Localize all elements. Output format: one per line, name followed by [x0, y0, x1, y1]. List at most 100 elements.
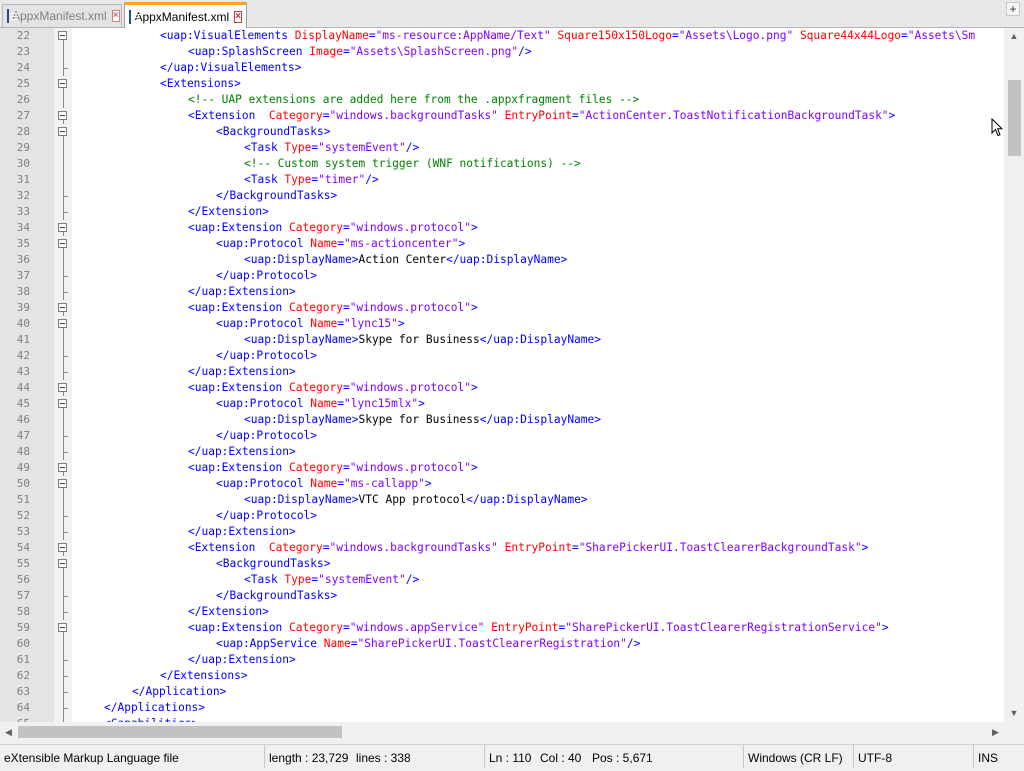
code-line[interactable]: <uap:Protocol Name="lync15mlx"> [216, 396, 425, 412]
code-token-tag: = [342, 221, 350, 234]
code-line[interactable]: <uap:DisplayName>Skype for Business</uap… [244, 332, 601, 348]
code-line[interactable]: <uap:SplashScreen Image="Assets\SplashSc… [188, 44, 532, 60]
tab-appxmanifest-inactive[interactable]: AppxManifest.xml × [2, 4, 122, 27]
code-line[interactable]: </uap:Extension> [188, 284, 296, 300]
status-lines: lines : 338 [356, 751, 411, 765]
code-line[interactable]: <!-- Custom system trigger (WNF notifica… [244, 156, 581, 172]
tab-list-button[interactable]: + [1006, 2, 1020, 16]
fold-collapse-icon[interactable] [58, 111, 67, 120]
code-line[interactable]: </uap:Extension> [188, 364, 296, 380]
code-line[interactable]: </uap:Extension> [188, 652, 296, 668]
fold-collapse-icon[interactable] [58, 383, 67, 392]
line-number: 59 [16, 621, 30, 634]
fold-collapse-icon[interactable] [58, 559, 67, 568]
code-line[interactable]: <Extension Category = "windows.backgroundT… [188, 540, 868, 556]
code-token-tag: /> [626, 637, 641, 650]
code-line[interactable]: <uap:Extension Category="windows.appServ… [188, 620, 889, 636]
status-encoding[interactable]: UTF-8 [853, 745, 973, 768]
status-insert-mode[interactable]: INS [973, 745, 1024, 768]
code-token-val: "systemEvent" [318, 573, 406, 586]
line-number: 53 [16, 525, 30, 538]
scroll-up-arrow-icon[interactable]: ▲ [1004, 28, 1024, 45]
status-eol-format[interactable]: Windows (CR LF) [743, 745, 853, 768]
status-column: Col : 40 [540, 751, 582, 765]
fold-collapse-icon[interactable] [58, 127, 67, 136]
code-line[interactable]: </uap:Protocol> [216, 508, 317, 524]
code-line[interactable]: <Extension Category = "windows.backgroundT… [188, 108, 895, 124]
fold-collapse-icon[interactable] [58, 319, 67, 328]
code-line[interactable]: <uap:Protocol Name="ms-actioncenter"> [216, 236, 465, 252]
code-line[interactable]: <uap:DisplayName>Skype for Business</uap… [244, 412, 601, 428]
fold-end-marker [63, 212, 68, 213]
code-line[interactable]: </Extensions> [160, 668, 248, 684]
code-line[interactable]: </BackgroundTasks> [216, 588, 337, 604]
code-line[interactable]: </uap:Protocol> [216, 428, 317, 444]
fold-collapse-icon[interactable] [58, 303, 67, 312]
code-line[interactable]: <uap:Extension Category="windows.protoco… [188, 460, 478, 476]
code-line[interactable]: <uap:Extension Category="windows.protoco… [188, 380, 478, 396]
fold-collapse-icon[interactable] [58, 463, 67, 472]
code-token-tag: <uap:DisplayName> [244, 413, 359, 426]
code-line[interactable]: <BackgroundTasks> [216, 124, 331, 140]
code-token-tag: = [342, 301, 350, 314]
line-number: 30 [16, 157, 30, 170]
scroll-down-arrow-icon[interactable]: ▼ [1004, 705, 1024, 722]
fold-collapse-icon[interactable] [58, 399, 67, 408]
code-line[interactable]: </BackgroundTasks> [216, 188, 337, 204]
code-token-tag: </uap:VisualElements> [160, 61, 302, 74]
code-line[interactable]: <uap:Protocol Name="ms-callapp"> [216, 476, 432, 492]
close-icon[interactable]: × [111, 10, 120, 22]
line-number: 57 [16, 589, 30, 602]
code-line[interactable]: </uap:Protocol> [216, 348, 317, 364]
vertical-scrollbar[interactable]: ▲ ▼ [1004, 28, 1024, 722]
code-line[interactable]: </uap:VisualElements> [160, 60, 301, 76]
close-icon[interactable]: × [234, 10, 242, 23]
line-number: 38 [16, 285, 30, 298]
code-line[interactable]: <uap:Protocol Name="lync15"> [216, 316, 405, 332]
code-line[interactable]: <!-- UAP extensions are added here from … [188, 92, 639, 108]
code-line[interactable]: <BackgroundTasks> [216, 556, 331, 572]
fold-collapse-icon[interactable] [58, 479, 67, 488]
fold-guide-line [63, 92, 64, 108]
code-line[interactable]: <Task Type="systemEvent"/> [244, 572, 419, 588]
code-token-tag: = [368, 29, 376, 42]
fold-collapse-icon[interactable] [58, 31, 67, 40]
code-line[interactable]: </uap:Extension> [188, 524, 296, 540]
code-token-tag: /> [405, 573, 420, 586]
code-line[interactable]: <Task Type="systemEvent"/> [244, 140, 419, 156]
code-line[interactable]: <Extensions> [160, 76, 241, 92]
code-line[interactable]: <uap:DisplayName>VTC App protocol</uap:D… [244, 492, 588, 508]
code-token-tag: <uap:Extension [188, 301, 290, 314]
code-token-val: "SharePickerUI.ToastClearerRegistration" [357, 637, 627, 650]
fold-collapse-icon[interactable] [58, 239, 67, 248]
code-area[interactable]: <uap:VisualElements DisplayName="ms-reso… [72, 28, 1004, 722]
status-position: Pos : 5,671 [592, 751, 653, 765]
scroll-right-arrow-icon[interactable]: ▶ [987, 722, 1004, 742]
fold-collapse-icon[interactable] [58, 623, 67, 632]
code-editor[interactable]: 22 23 24 25 26 27 28 29 30 31 32 33 34 35 36 37 38 39 40 41… [0, 28, 1024, 742]
code-token-attr: Name [310, 477, 338, 490]
scroll-left-arrow-icon[interactable]: ◀ [0, 722, 17, 742]
code-line[interactable]: <uap:AppService Name="SharePickerUI.Toas… [216, 636, 640, 652]
code-line[interactable]: <uap:VisualElements DisplayName="ms-reso… [160, 28, 975, 44]
fold-collapse-icon[interactable] [58, 223, 67, 232]
code-token-tag: <Task [244, 141, 285, 154]
vertical-scroll-thumb[interactable] [1008, 80, 1021, 156]
tab-appxmanifest-active[interactable]: AppxManifest.xml × [124, 2, 247, 28]
code-line[interactable]: </Extension> [188, 604, 269, 620]
fold-collapse-icon[interactable] [58, 543, 67, 552]
code-token-txt: VTC App protocol [358, 493, 467, 506]
fold-end-marker [63, 372, 68, 373]
code-line[interactable]: <uap:DisplayName>Action Center</uap:Disp… [244, 252, 567, 268]
code-line[interactable]: <uap:Extension Category="windows.protoco… [188, 300, 478, 316]
code-line[interactable]: <Task Type="timer"/> [244, 172, 379, 188]
horizontal-scrollbar[interactable]: ◀ ▶ [0, 722, 1004, 742]
code-line[interactable]: </Applications> [104, 700, 205, 716]
code-line[interactable]: </Application> [132, 684, 226, 700]
code-line[interactable]: <uap:Extension Category="windows.protoco… [188, 220, 478, 236]
fold-collapse-icon[interactable] [58, 79, 67, 88]
code-line[interactable]: </Extension> [188, 204, 269, 220]
horizontal-scroll-thumb[interactable] [18, 726, 342, 738]
code-line[interactable]: </uap:Extension> [188, 444, 296, 460]
code-line[interactable]: </uap:Protocol> [216, 268, 317, 284]
